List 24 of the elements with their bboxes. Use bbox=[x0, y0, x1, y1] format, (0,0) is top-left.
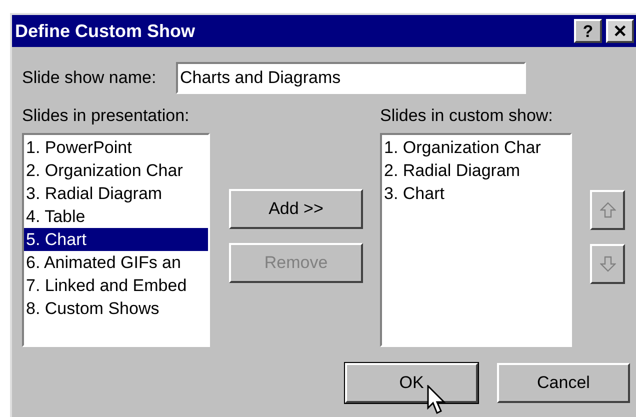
list-item[interactable]: 7. Linked and Embed bbox=[24, 274, 208, 297]
down-arrow-icon bbox=[600, 256, 616, 272]
list-item[interactable]: 4. Table bbox=[24, 205, 208, 228]
list-item[interactable]: 6. Animated GIFs an bbox=[24, 251, 208, 274]
help-button[interactable]: ? bbox=[574, 19, 602, 43]
list-item[interactable]: 5. Chart bbox=[24, 228, 208, 251]
up-arrow-icon bbox=[600, 202, 616, 218]
list-item[interactable]: 1. Organization Char bbox=[382, 136, 570, 159]
list-item[interactable]: 2. Radial Diagram bbox=[382, 159, 570, 182]
list-item[interactable]: 3. Chart bbox=[382, 182, 570, 205]
list-item[interactable]: 2. Organization Char bbox=[24, 159, 208, 182]
close-button[interactable]: ✕ bbox=[606, 19, 634, 43]
name-input-field[interactable]: Charts and Diagrams bbox=[176, 62, 526, 94]
window-title: Define Custom Show bbox=[15, 20, 196, 42]
ok-button[interactable]: OK bbox=[345, 363, 478, 403]
add-button[interactable]: Add >> bbox=[229, 189, 363, 229]
mouse-cursor-icon bbox=[427, 385, 449, 417]
list-item[interactable]: 1. PowerPoint bbox=[24, 136, 208, 159]
list-item[interactable]: 8. Custom Shows bbox=[24, 297, 208, 320]
list-item[interactable]: 3. Radial Diagram bbox=[24, 182, 208, 205]
list-label: Slides in custom show: bbox=[380, 104, 553, 126]
cancel-button[interactable]: Cancel bbox=[497, 363, 630, 403]
list-label: Slides in presentation: bbox=[22, 104, 190, 126]
field-label: Slide show name: bbox=[22, 67, 158, 90]
